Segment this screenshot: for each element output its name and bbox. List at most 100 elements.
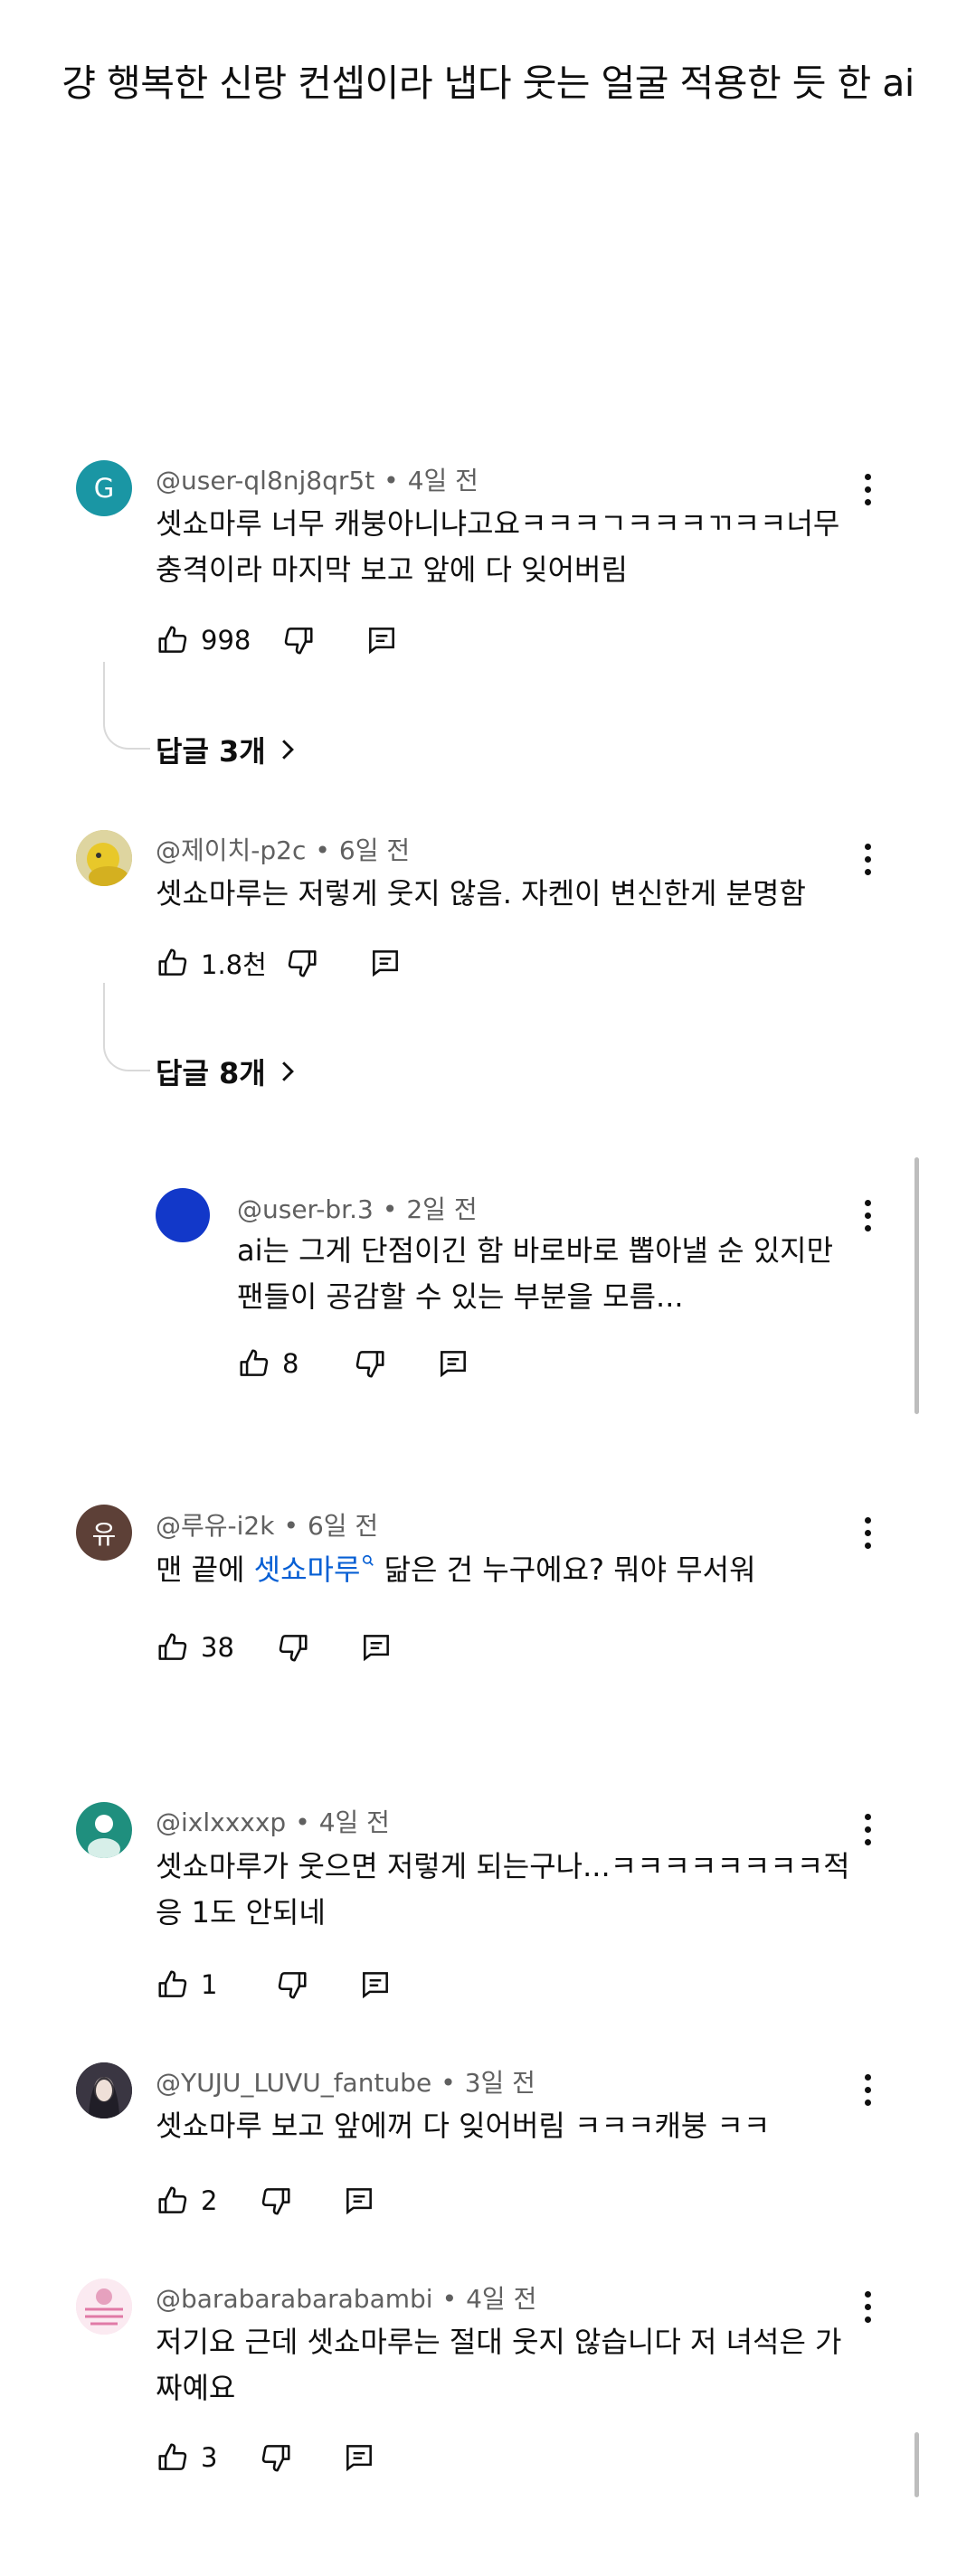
more-options-icon[interactable] <box>862 1814 873 1846</box>
comment-text: 셋쇼마루가 웃으면 저렇게 되는구나...ㅋㅋㅋㅋㅋㅋㅋㅋ적 응 1도 안되네 <box>156 1849 850 1930</box>
like-count: 2 <box>201 2185 218 2216</box>
comment-author[interactable]: @YUJU_LUVU_fantube <box>156 2068 431 2098</box>
reply-button[interactable] <box>359 1630 393 1665</box>
comment-meta: @YUJU_LUVU_fantube • 3일 전 <box>156 2068 535 2098</box>
comment-meta: @루유-i2k • 6일 전 <box>156 1511 379 1541</box>
thumbs-down-icon <box>279 1635 308 1662</box>
thumbs-up-icon <box>158 626 187 653</box>
thumbs-down-icon <box>279 1972 307 1999</box>
comment-meta: @barabarabarabambi • 4일 전 <box>156 2284 537 2314</box>
thumbs-up-icon <box>158 2186 187 2213</box>
comment-author[interactable]: @루유-i2k <box>156 1511 274 1541</box>
comment-author[interactable]: @ixlxxxxp <box>156 1807 286 1837</box>
avatar[interactable] <box>76 1802 132 1858</box>
comment-time[interactable]: 2일 전 <box>406 1194 477 1224</box>
dislike-button[interactable] <box>275 1967 309 2002</box>
comment-text: ai는 그게 단점이긴 함 바로바로 뽑아낼 순 있지만 팬들이 공감할 수 있는… <box>237 1233 834 1314</box>
comment-time[interactable]: 4일 전 <box>466 2284 536 2314</box>
like-count: 1.8천 <box>201 949 267 980</box>
dislike-button[interactable] <box>259 2440 293 2475</box>
comment-author[interactable]: @barabarabarabambi <box>156 2284 433 2314</box>
like-button[interactable]: 8 <box>237 1346 298 1381</box>
like-button[interactable]: 998 <box>156 623 251 657</box>
view-replies-button[interactable]: 답글 8개 <box>156 1051 297 1092</box>
more-options-icon[interactable] <box>862 1517 873 1550</box>
view-replies-button[interactable]: 답글 3개 <box>156 729 297 770</box>
comment-time[interactable]: 6일 전 <box>339 835 410 865</box>
comment-text: 셋쇼마루 너무 캐붕아니냐고요ㅋㅋㅋㄱㅋㅋㅋㄲㅋㅋ너무 충격이라 마지막 보고 앞… <box>156 506 840 587</box>
comment-actions: 8 <box>237 1341 470 1386</box>
comment-time[interactable]: 3일 전 <box>465 2068 535 2098</box>
dislike-button[interactable] <box>285 946 319 980</box>
reply-button[interactable] <box>368 946 403 980</box>
thread-line <box>103 983 150 1071</box>
search-icon[interactable] <box>362 1554 374 1567</box>
comment-text: 셋쇼마루 보고 앞에꺼 다 잊어버림 ㅋㅋㅋ캐붕 ㅋㅋ <box>156 2109 771 2143</box>
reply-icon <box>369 627 395 655</box>
thumbs-down-icon <box>356 1351 384 1378</box>
reply-icon <box>363 1972 389 1999</box>
avatar[interactable] <box>156 1188 210 1242</box>
thumbs-down-icon <box>285 627 313 655</box>
comment-text: 저기요 근데 셋쇼마루는 절대 웃지 않습니다 저 녀석은 가 짜예요 <box>156 2325 842 2405</box>
comment-time[interactable]: 6일 전 <box>308 1511 378 1541</box>
comment-actions: 38 <box>156 1625 393 1670</box>
reply-button[interactable] <box>358 1967 393 2002</box>
thumbs-down-icon <box>288 950 317 977</box>
search-link[interactable]: 셋쇼마루 <box>254 1552 361 1587</box>
thumbs-up-icon <box>158 1633 187 1660</box>
comment-meta: @ixlxxxxp • 4일 전 <box>156 1807 390 1837</box>
comment-author[interactable]: @user-ql8nj8qr5t <box>156 466 374 495</box>
like-count: 3 <box>201 2442 218 2473</box>
more-options-icon[interactable] <box>862 2074 873 2107</box>
comment-actions: 2 <box>156 2178 376 2223</box>
avatar[interactable]: 유 <box>76 1505 132 1561</box>
reply-icon <box>346 2445 373 2472</box>
thumbs-up-icon <box>158 1970 187 1997</box>
avatar[interactable]: G <box>76 460 132 516</box>
dislike-button[interactable] <box>259 2184 293 2218</box>
like-button[interactable]: 3 <box>156 2440 217 2475</box>
comment-actions: 998 <box>156 618 399 663</box>
thumbs-up-icon <box>158 948 187 976</box>
like-button[interactable]: 38 <box>156 1630 234 1665</box>
user-silhouette-icon <box>88 1815 120 1858</box>
comment-author[interactable]: @user-br.3 <box>237 1194 374 1224</box>
comment-text: 맨 끝에 셋쇼마루 닮은 건 누구에요? 뭐야 무서워 <box>156 1552 756 1587</box>
reply-button[interactable] <box>342 2184 376 2218</box>
avatar[interactable] <box>76 830 132 886</box>
thumbs-up-icon <box>240 1349 269 1376</box>
like-count: 38 <box>201 1632 234 1663</box>
avatar-image <box>76 2279 132 2335</box>
like-button[interactable]: 1 <box>156 1967 217 2002</box>
dislike-button[interactable] <box>276 1630 310 1665</box>
comment-text: 셋쇼마루는 저렇게 웃지 않음. 자켄이 변신한게 분명함 <box>156 876 806 911</box>
scrollbar[interactable] <box>914 1157 919 1414</box>
like-count: 1 <box>201 1969 218 2000</box>
dislike-button[interactable] <box>281 623 316 657</box>
chevron-right-icon <box>281 1062 294 1081</box>
comment-actions: 1.8천 <box>156 940 403 986</box>
comment-author[interactable]: @제이치-p2c <box>156 835 306 865</box>
avatar[interactable] <box>76 2279 132 2335</box>
reply-button[interactable] <box>436 1346 470 1381</box>
comment-meta: @user-br.3 • 2일 전 <box>237 1194 478 1224</box>
reply-button[interactable] <box>365 623 399 657</box>
comment-meta: @user-ql8nj8qr5t • 4일 전 <box>156 466 479 495</box>
comment-actions: 1 <box>156 1962 393 2007</box>
scrollbar[interactable] <box>914 2432 919 2497</box>
reply-icon <box>363 1635 389 1662</box>
comment-meta: @제이치-p2c • 6일 전 <box>156 835 411 865</box>
thumbs-down-icon <box>262 2445 290 2472</box>
dislike-button[interactable] <box>353 1346 387 1381</box>
avatar[interactable] <box>76 2062 132 2118</box>
comment-time[interactable]: 4일 전 <box>408 466 479 495</box>
reply-button[interactable] <box>342 2440 376 2475</box>
comment-time[interactable]: 4일 전 <box>319 1807 390 1837</box>
video-caption: 걍 행복한 신랑 컨셉이라 냅다 웃는 얼굴 적용한 듯 한 ai <box>62 61 914 105</box>
reply-icon <box>372 950 398 977</box>
like-button[interactable]: 2 <box>156 2184 217 2218</box>
like-button[interactable]: 1.8천 <box>156 944 267 982</box>
reply-icon <box>441 1351 467 1378</box>
thumbs-down-icon <box>262 2188 290 2215</box>
